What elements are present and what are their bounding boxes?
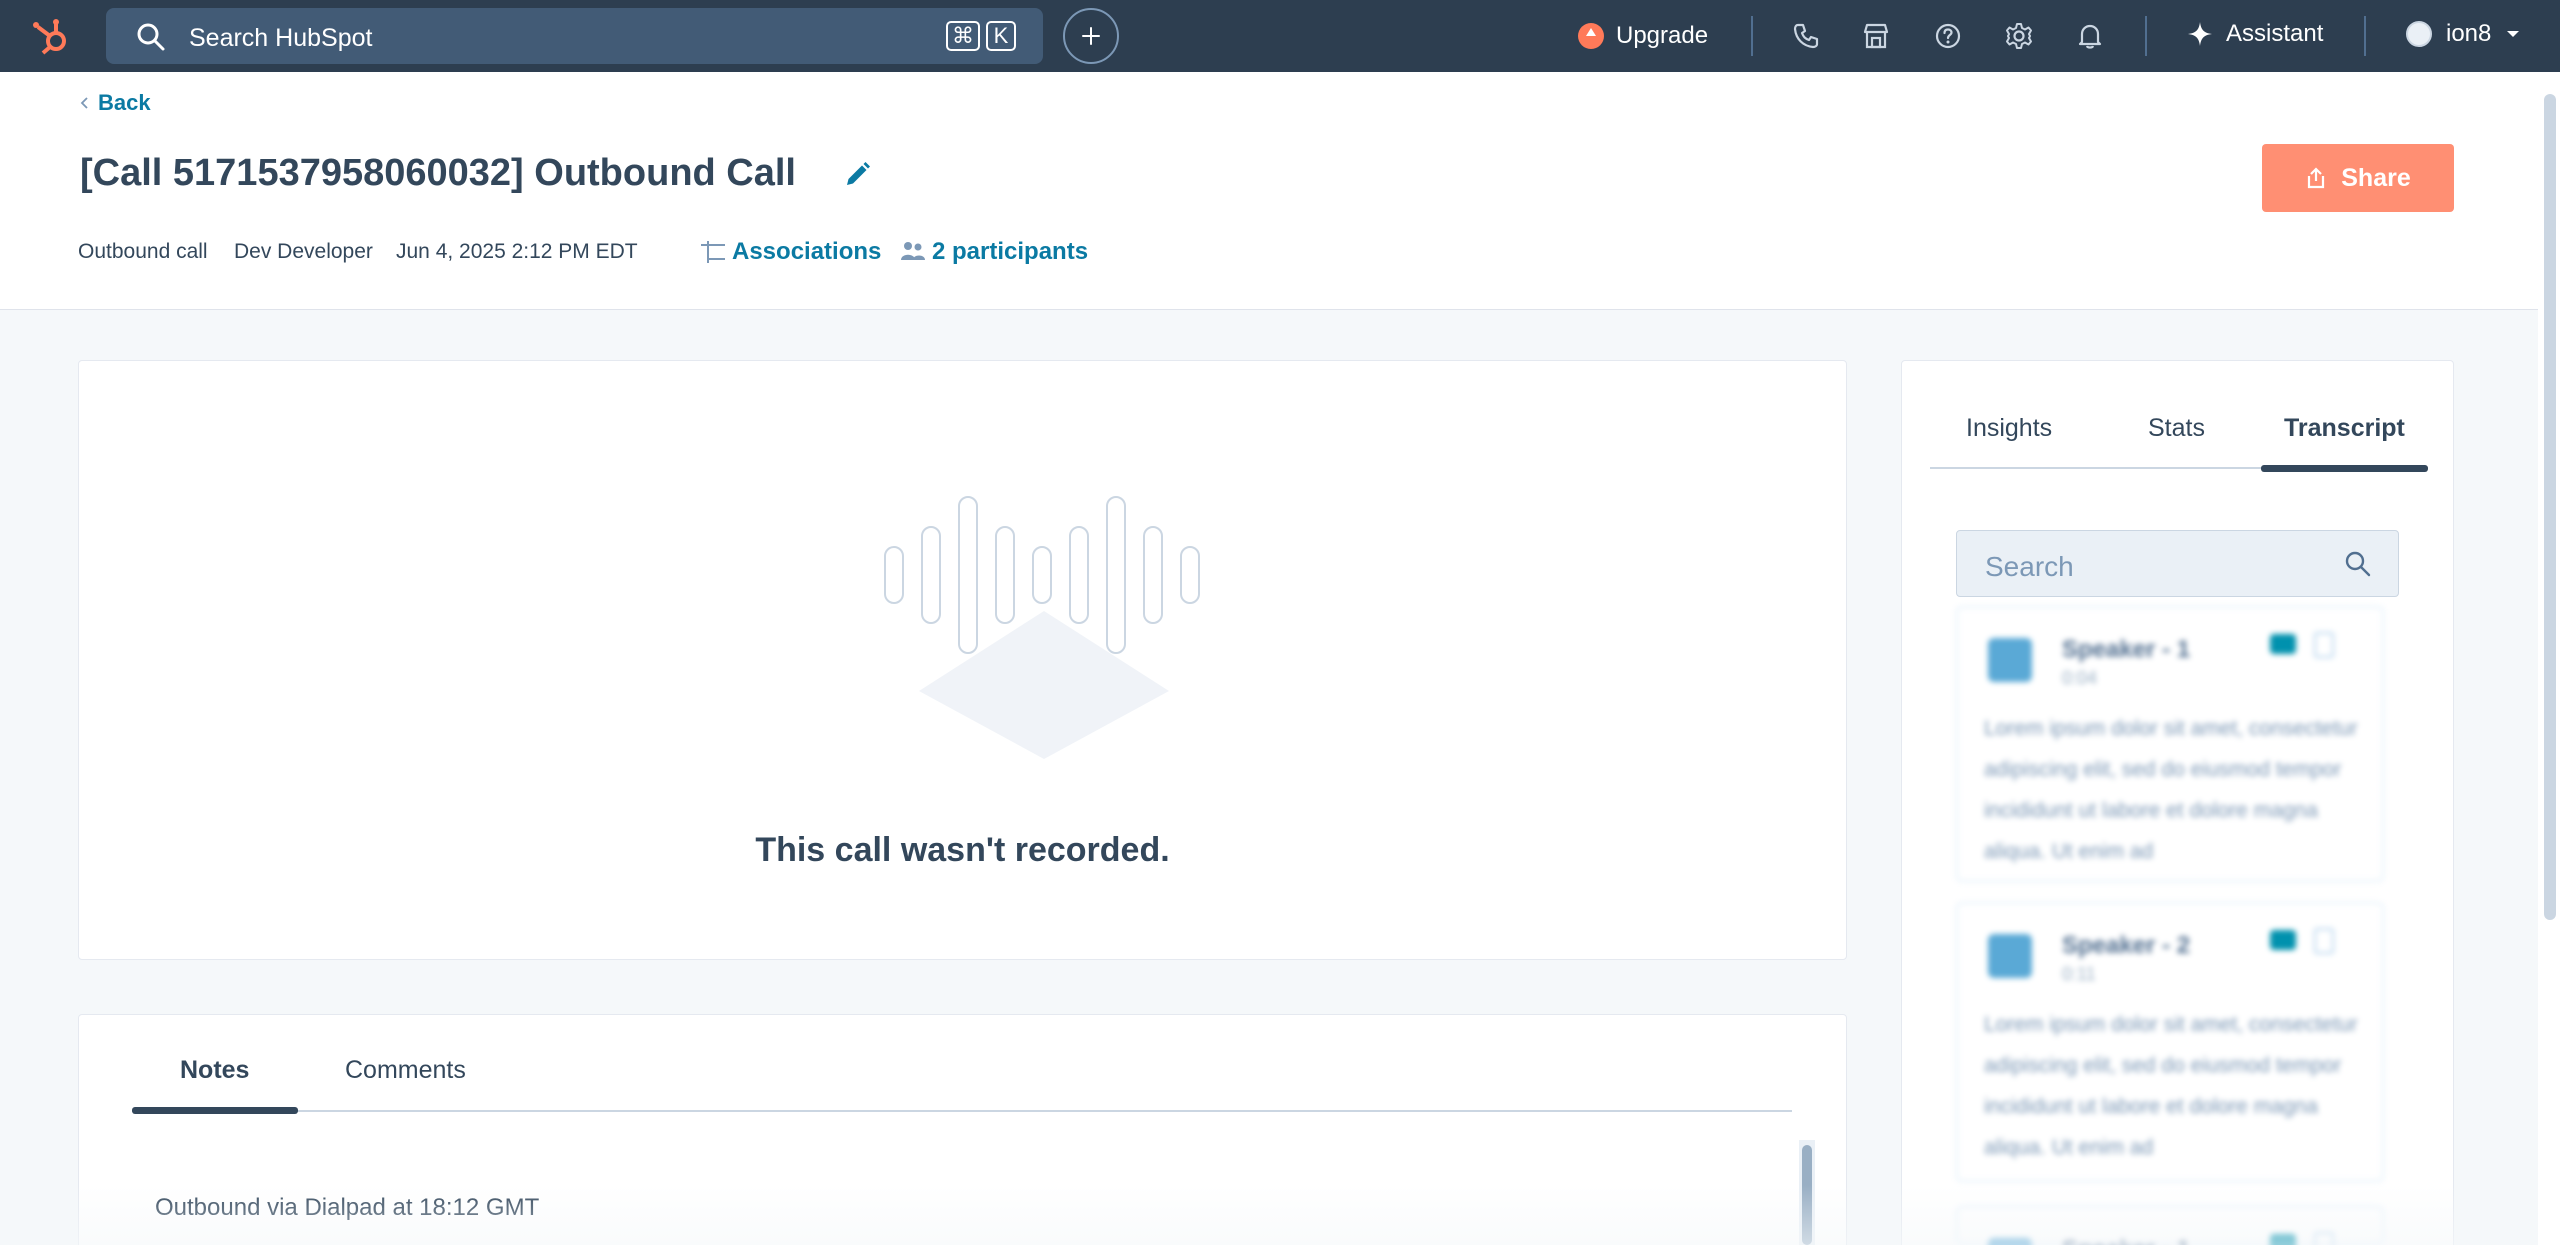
share-icon [2308, 167, 2325, 189]
back-link[interactable]: Back [80, 90, 151, 116]
page-scrollbar[interactable] [2538, 72, 2560, 1245]
comment-icon[interactable] [2270, 1234, 2296, 1245]
avatar [2406, 21, 2432, 47]
comment-icon[interactable] [2270, 930, 2296, 950]
note-text: Outbound via Dialpad at 18:12 GMT [155, 1194, 540, 1221]
assistant-label: Assistant [2226, 20, 2324, 47]
tab-stats[interactable]: Stats [2148, 414, 2205, 443]
transcript-text: Lorem ipsum dolor sit amet, consectetur … [1984, 717, 2358, 863]
transcript-text: Lorem ipsum dolor sit amet, consectetur … [1984, 1013, 2358, 1159]
active-tab-indicator [132, 1107, 298, 1114]
help-icon[interactable] [1932, 20, 1964, 52]
marketplace-icon[interactable] [1860, 20, 1892, 52]
speaker-avatar [1988, 638, 2032, 682]
copy-icon[interactable] [2314, 928, 2334, 954]
speaker-name: Speaker - 2 [2062, 932, 2191, 959]
participants-label: 2 participants [932, 238, 1089, 265]
notifications-bell-icon[interactable] [2074, 20, 2106, 52]
recording-card: This call wasn't recorded. [78, 360, 1847, 960]
transcript-search-input[interactable]: Search [1956, 530, 2399, 597]
global-search-input[interactable]: Search HubSpot ⌘ K [106, 8, 1043, 64]
comment-icon[interactable] [2270, 634, 2296, 654]
upgrade-label: Upgrade [1616, 22, 1709, 49]
call-owner: Dev Developer [234, 240, 373, 263]
tab-insights[interactable]: Insights [1966, 414, 2052, 443]
share-button[interactable]: Share [2262, 144, 2454, 212]
search-icon [2345, 551, 2371, 577]
speaker-timestamp: 0:11 [2062, 964, 2096, 984]
account-menu[interactable]: ion8 [2406, 20, 2521, 48]
upgrade-arrow-icon [1578, 23, 1604, 49]
back-label: Back [98, 90, 151, 115]
notes-scrollbar[interactable] [1799, 1140, 1815, 1245]
tab-notes[interactable]: Notes [180, 1056, 249, 1085]
speaker-timestamp: 0:04 [2062, 668, 2098, 688]
associations-link[interactable]: Associations [698, 238, 881, 266]
nav-divider [1751, 16, 1753, 56]
tabs-divider [132, 1110, 1792, 1112]
assistant-button[interactable]: Assistant [2186, 20, 2323, 48]
upgrade-button[interactable]: Upgrade [1578, 20, 1708, 52]
page-scrollbar-thumb[interactable] [2544, 94, 2556, 920]
share-label: Share [2341, 163, 2411, 192]
not-recorded-message: This call wasn't recorded. [755, 831, 1170, 869]
search-placeholder: Search HubSpot [189, 24, 373, 52]
transcript-entry[interactable]: Speaker - 2 0:11 Lorem ipsum dolor sit a… [1956, 902, 2384, 1182]
create-new-button[interactable] [1063, 8, 1119, 64]
transcript-search-placeholder: Search [1985, 551, 2074, 582]
tab-comments[interactable]: Comments [345, 1056, 466, 1085]
account-name: ion8 [2446, 20, 2492, 47]
tab-transcript[interactable]: Transcript [2284, 414, 2405, 443]
participants-icon [901, 242, 925, 260]
panel-active-tab-indicator [2261, 465, 2428, 472]
speaker-avatar [1988, 934, 2032, 978]
k-key-hint: K [986, 21, 1016, 51]
command-key-hint: ⌘ [946, 21, 980, 51]
copy-icon[interactable] [2314, 1232, 2334, 1245]
call-date: Jun 4, 2025 2:12 PM EDT [396, 240, 638, 263]
associations-label: Associations [732, 238, 882, 265]
nav-divider [2145, 16, 2147, 56]
nav-divider [2364, 16, 2366, 56]
page-title: [Call 5171537958060032] Outbound Call [80, 152, 796, 194]
hubspot-logo-icon[interactable] [30, 14, 74, 58]
settings-gear-icon[interactable] [2003, 20, 2035, 52]
speaker-name: Speaker - 1 [2062, 636, 2191, 663]
copy-icon[interactable] [2314, 632, 2334, 658]
call-type: Outbound call [78, 240, 208, 263]
chevron-left-icon [80, 97, 88, 109]
top-navigation-bar: Search HubSpot ⌘ K Upgrade Assistant ion… [0, 0, 2560, 72]
transcript-entry[interactable]: Speaker - 1 [1956, 1206, 2384, 1245]
associations-icon [701, 241, 725, 263]
edit-pencil-icon[interactable] [842, 160, 872, 190]
speaker-avatar [1988, 1238, 2032, 1245]
notes-scrollbar-thumb[interactable] [1802, 1145, 1812, 1245]
audio-waveform-icon [884, 496, 1200, 759]
speaker-name: Speaker - 1 [2062, 1236, 2190, 1245]
sparkle-icon [2188, 22, 2212, 46]
phone-icon[interactable] [1790, 20, 1822, 52]
caret-down-icon [2507, 31, 2520, 37]
participants-link[interactable]: 2 participants [898, 238, 1088, 266]
search-icon [137, 23, 165, 51]
transcript-entry[interactable]: Speaker - 1 0:04 Lorem ipsum dolor sit a… [1956, 606, 2384, 882]
